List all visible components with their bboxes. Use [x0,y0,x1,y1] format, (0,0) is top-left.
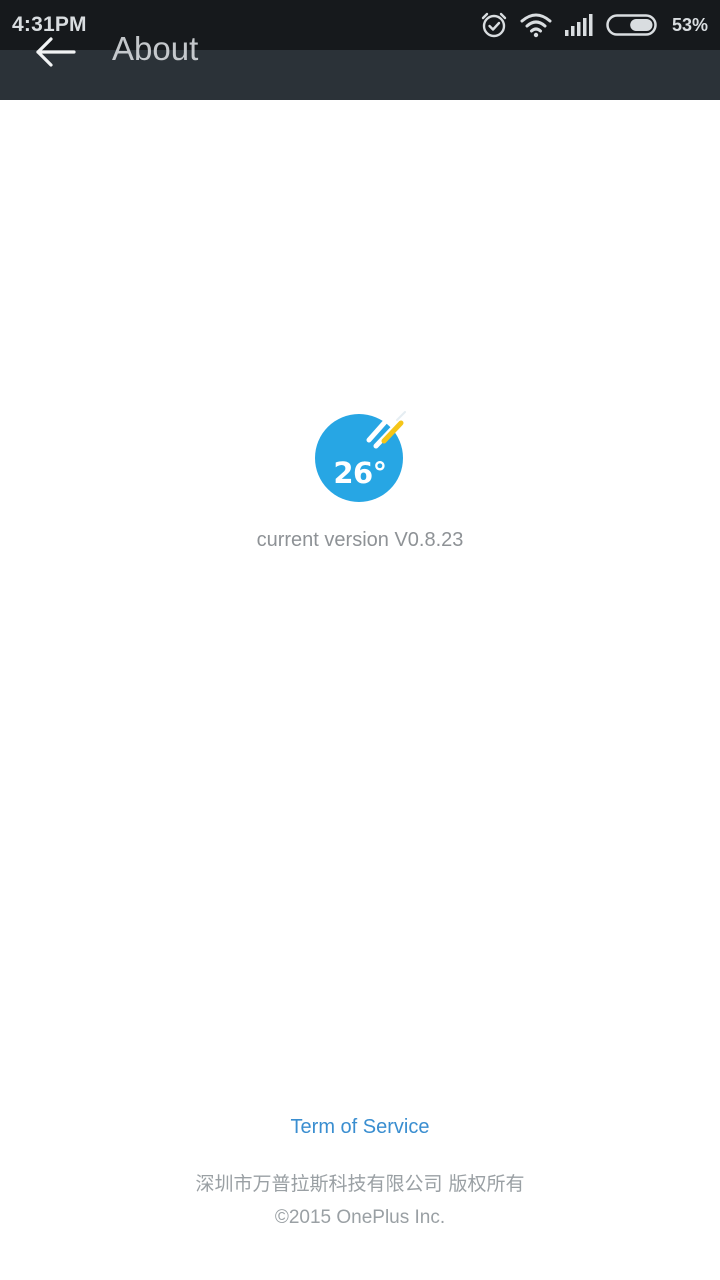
about-screen: 4:31PM 53% About 26° current version V0.… [0,0,720,1280]
copyright-english: ©2015 OnePlus Inc. [274,1207,446,1228]
alarm-icon [480,11,508,39]
app-logo: 26° [309,404,411,506]
logo-temperature: 26° [333,456,387,490]
cell-signal-icon [564,13,594,37]
arrow-left-icon [36,37,76,67]
version-text: current version V0.8.23 [256,529,464,551]
wifi-icon [520,12,552,38]
status-icons: 53% [480,10,708,40]
back-button[interactable] [30,30,82,74]
terms-of-service-link[interactable]: Term of Service [0,1116,720,1139]
battery-level-fill [630,19,653,31]
app-bar: 4:31PM 53% About [0,0,720,100]
status-bar: 4:31PM 53% [0,0,720,50]
battery-icon [606,13,660,37]
copyright-chinese: 深圳市万普拉斯科技有限公司 版权所有 [195,1173,525,1195]
page-title: About [112,30,199,67]
battery-percent: 53% [671,14,708,35]
